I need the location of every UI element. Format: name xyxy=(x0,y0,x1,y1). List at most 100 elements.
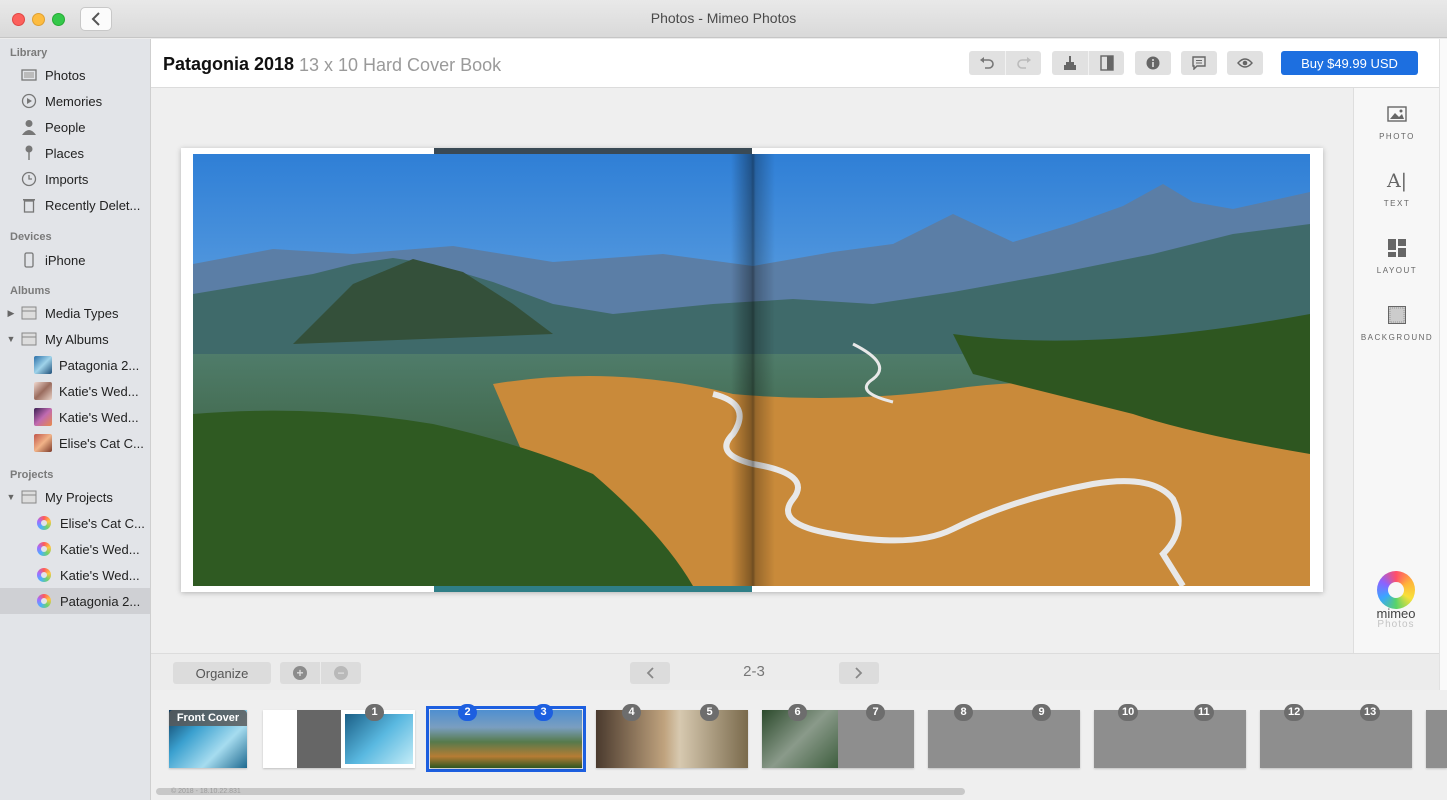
eye-icon xyxy=(1237,58,1253,68)
sidebar-item-memories[interactable]: Memories xyxy=(0,88,150,114)
preview-group xyxy=(1227,51,1263,75)
sidebar-item-project-katies-wedding-2[interactable]: Katie's Wed... xyxy=(0,562,150,588)
chevron-right-icon xyxy=(855,667,863,679)
book-spread xyxy=(181,148,1323,592)
sidebar-item-album-elises-cat[interactable]: Elise's Cat C... xyxy=(0,430,150,456)
next-page-button[interactable] xyxy=(839,662,879,684)
mimeo-brand-sub: Photos xyxy=(1377,619,1415,630)
section-library: Library xyxy=(10,47,48,59)
people-icon xyxy=(20,120,38,135)
sidebar-item-places[interactable]: Places xyxy=(0,140,150,166)
preview-button[interactable] xyxy=(1227,51,1263,75)
thumbnail-next-partial[interactable] xyxy=(1426,710,1447,768)
tool-text-label: TEXT xyxy=(1383,199,1411,208)
sidebar-item-label: People xyxy=(45,119,86,135)
mimeo-project-icon xyxy=(37,516,51,530)
mimeo-project-icon xyxy=(37,594,51,608)
photo-icon xyxy=(1354,100,1440,128)
info-icon xyxy=(1146,56,1160,70)
iphone-icon xyxy=(20,252,38,268)
sidebar-item-my-albums[interactable]: ▼ My Albums xyxy=(0,326,150,352)
thumbnail-pages-6-7[interactable]: 6 7 xyxy=(762,704,914,768)
disclosure-collapsed-icon[interactable]: ▶ xyxy=(6,308,16,319)
sidebar-item-label: Recently Delet... xyxy=(45,197,141,213)
trash-icon xyxy=(20,198,38,213)
section-projects: Projects xyxy=(10,469,54,481)
plus-icon: + xyxy=(293,666,307,680)
front-cover-label: Front Cover xyxy=(169,710,247,726)
background-icon xyxy=(1354,301,1440,329)
folder-icon xyxy=(20,332,38,346)
sidebar-item-project-katies-wedding-1[interactable]: Katie's Wed... xyxy=(0,536,150,562)
thumbnail-pages-10-11[interactable]: 10 11 xyxy=(1094,704,1246,768)
window-title: Photos - Mimeo Photos xyxy=(650,10,797,26)
page-title: Patagonia 2018 xyxy=(163,54,295,74)
sidebar-item-album-katies-wedding-1[interactable]: Katie's Wed... xyxy=(0,378,150,404)
sidebar-item-iphone[interactable]: iPhone xyxy=(0,247,150,273)
sidebar-item-album-katies-wedding-2[interactable]: Katie's Wed... xyxy=(0,404,150,430)
thumbnail-page-1[interactable]: 1 xyxy=(263,704,415,768)
sidebar-item-imports[interactable]: Imports xyxy=(0,166,150,192)
sidebar-item-label: Katie's Wed... xyxy=(60,541,140,557)
thumbnail-pages-4-5[interactable]: 4 5 xyxy=(596,704,748,768)
tool-text[interactable]: A| TEXT xyxy=(1354,167,1440,208)
page-number-badge: 9 xyxy=(1032,704,1051,721)
sidebar-item-recently-deleted[interactable]: Recently Delet... xyxy=(0,192,150,218)
album-thumbnail xyxy=(34,382,52,400)
mimeo-project-icon xyxy=(37,542,51,556)
undo-button[interactable] xyxy=(969,51,1005,75)
sidebar-item-photos[interactable]: Photos xyxy=(0,62,150,88)
sidebar-item-label: Patagonia 2... xyxy=(59,357,140,373)
sidebar-item-album-patagonia[interactable]: Patagonia 2... xyxy=(0,352,150,378)
page-indicator: 2-3 xyxy=(743,663,765,680)
info-button[interactable] xyxy=(1135,51,1171,75)
clean-button[interactable] xyxy=(1052,51,1088,75)
thumbnail-pages-8-9[interactable]: 8 9 xyxy=(928,704,1080,768)
filmstrip-scrollbar[interactable] xyxy=(156,788,965,795)
sidebar-item-project-elises-cat[interactable]: Elise's Cat C... xyxy=(0,510,150,536)
sidebar-item-my-projects[interactable]: ▼ My Projects xyxy=(0,484,150,510)
panel-edge xyxy=(1439,39,1447,690)
section-devices: Devices xyxy=(10,231,52,243)
remove-page-button[interactable]: − xyxy=(321,662,361,684)
book-icon xyxy=(1099,55,1114,71)
sidebar-item-label: iPhone xyxy=(45,252,86,268)
page-number-badge: 1 xyxy=(365,704,384,721)
sidebar-item-media-types[interactable]: ▶ Media Types xyxy=(0,300,150,326)
page-view-button[interactable] xyxy=(1088,51,1124,75)
sidebar-item-label: Katie's Wed... xyxy=(59,409,139,425)
spread-photo[interactable] xyxy=(193,154,1310,586)
comment-button[interactable] xyxy=(1181,51,1217,75)
disclosure-expanded-icon[interactable]: ▼ xyxy=(6,492,16,502)
tool-layout[interactable]: LAYOUT xyxy=(1354,234,1440,275)
sidebar-item-label: My Projects xyxy=(45,489,113,505)
redo-button[interactable] xyxy=(1005,51,1041,75)
add-page-button[interactable]: + xyxy=(280,662,320,684)
sidebar-item-label: Elise's Cat C... xyxy=(60,515,145,531)
album-thumbnail xyxy=(34,408,52,426)
tool-background[interactable]: BACKGROUND xyxy=(1354,301,1440,342)
thumbnail-pages-2-3[interactable]: 2 3 xyxy=(430,704,582,768)
tool-photo[interactable]: PHOTO xyxy=(1354,100,1440,141)
edit-tools-group xyxy=(1052,51,1124,75)
previous-page-button[interactable] xyxy=(630,662,670,684)
thumbnail-front-cover[interactable]: Front Cover xyxy=(169,710,247,768)
page-number-badge: 6 xyxy=(788,704,807,721)
book-gutter xyxy=(731,154,775,586)
page-navigation-bar: Organize + − 2-3 xyxy=(151,653,1439,690)
sidebar-item-people[interactable]: People xyxy=(0,114,150,140)
organize-button[interactable]: Organize xyxy=(173,662,271,684)
mimeo-logo-icon xyxy=(1377,571,1415,609)
sidebar-item-label: Katie's Wed... xyxy=(60,567,140,583)
sidebar-item-label: My Albums xyxy=(45,331,109,347)
thumbnail-pages-12-13[interactable]: 12 13 xyxy=(1260,704,1412,768)
book-format: 13 x 10 Hard Cover Book xyxy=(299,55,502,75)
disclosure-expanded-icon[interactable]: ▼ xyxy=(6,334,16,344)
undo-icon xyxy=(980,57,994,69)
project-header: Patagonia 2018 13 x 10 Hard Cover Book B… xyxy=(151,39,1447,88)
version-label: © 2018 - 18.10.22.831 xyxy=(171,788,241,795)
sidebar-item-label: Memories xyxy=(45,93,103,109)
sidebar-item-project-patagonia[interactable]: Patagonia 2... xyxy=(0,588,150,614)
buy-button[interactable]: Buy $49.99 USD xyxy=(1281,51,1418,75)
section-albums: Albums xyxy=(10,285,51,297)
